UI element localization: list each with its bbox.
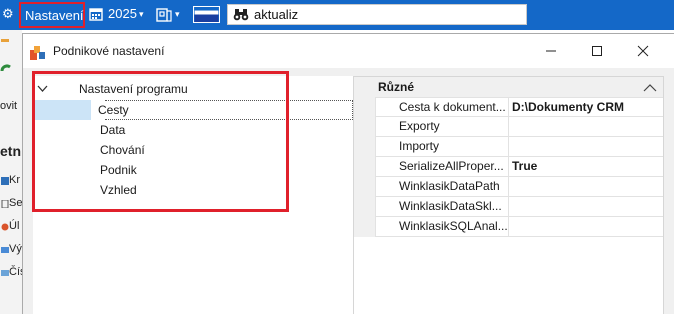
annotation-highlight-box xyxy=(32,71,289,212)
collapse-caret-icon[interactable] xyxy=(643,83,657,92)
property-row[interactable]: WinklasikDataSkl... xyxy=(375,197,663,217)
number-icon xyxy=(1,270,9,276)
property-name: WinklasikSQLAnal... xyxy=(375,217,509,236)
background-app-strip: ovit etn Kr Se Úl Vý Čís xyxy=(0,30,26,314)
property-row[interactable]: WinklasikSQLAnal... xyxy=(375,217,663,237)
property-category[interactable]: Různé xyxy=(354,77,663,97)
app-logo-icon xyxy=(30,46,45,60)
background-item[interactable]: Se xyxy=(9,197,22,209)
settings-button-label: Nastavení xyxy=(25,8,84,23)
property-row[interactable]: Cesta k dokument... D:\Dokumenty CRM xyxy=(375,97,663,117)
property-value[interactable] xyxy=(512,177,662,196)
background-item[interactable]: Vý xyxy=(9,243,22,255)
property-name: SerializeAllProper... xyxy=(375,157,509,176)
property-grid[interactable]: Různé Cesta k dokument... D:\Dokumenty C… xyxy=(353,76,664,314)
czech-flag-icon[interactable] xyxy=(193,6,220,23)
close-icon xyxy=(637,45,649,57)
document-icon xyxy=(1,200,9,208)
orange-bar-icon xyxy=(1,39,9,42)
minimize-icon xyxy=(546,50,556,52)
search-input[interactable] xyxy=(254,6,524,23)
year-selector[interactable]: 2025 xyxy=(108,6,137,22)
background-item[interactable]: Úl xyxy=(9,220,19,232)
background-item[interactable]: Kr xyxy=(9,174,20,186)
property-grid-margin xyxy=(354,97,375,237)
close-button[interactable] xyxy=(620,34,666,68)
maximize-icon xyxy=(592,46,602,56)
property-name: Exporty xyxy=(375,117,509,136)
property-value[interactable]: D:\Dokumenty CRM xyxy=(512,98,662,117)
property-name: WinklasikDataPath xyxy=(375,177,509,196)
property-row[interactable]: Importy xyxy=(375,137,663,157)
property-value[interactable] xyxy=(512,117,662,136)
refresh-icon[interactable] xyxy=(0,64,12,78)
calendar-icon[interactable] xyxy=(89,7,103,21)
chevron-down-icon[interactable]: ▾ xyxy=(139,10,144,20)
property-name: Cesta k dokument... xyxy=(375,98,509,117)
property-name: WinklasikDataSkl... xyxy=(375,197,509,216)
output-icon xyxy=(1,247,9,253)
minimize-button[interactable] xyxy=(528,34,574,68)
property-name: Importy xyxy=(375,137,509,156)
grid-line xyxy=(375,97,376,237)
dialog-title: Podnikové nastavení xyxy=(53,44,165,58)
property-row[interactable]: SerializeAllProper... True xyxy=(375,157,663,177)
task-icon xyxy=(1,223,9,231)
gear-icon[interactable]: ⚙ xyxy=(2,8,16,22)
settings-button[interactable]: Nastavení xyxy=(19,2,85,28)
binoculars-icon xyxy=(233,9,249,21)
property-value[interactable] xyxy=(512,217,662,236)
dialog-title-bar[interactable]: Podnikové nastavení xyxy=(23,34,674,68)
background-heading: etn xyxy=(0,143,21,159)
company-book-icon[interactable] xyxy=(156,7,172,22)
property-category-label: Různé xyxy=(378,80,414,94)
background-item: ovit xyxy=(0,100,18,112)
property-value[interactable] xyxy=(512,137,662,156)
maximize-button[interactable] xyxy=(574,34,620,68)
property-value[interactable]: True xyxy=(512,157,662,176)
property-row[interactable]: Exporty xyxy=(375,117,663,137)
property-value[interactable] xyxy=(512,197,662,216)
search-box[interactable] xyxy=(227,4,527,25)
chevron-down-icon[interactable]: ▾ xyxy=(175,10,180,20)
app-toolbar: ⚙ Nastavení 2025 ▾ ▾ xyxy=(0,0,674,30)
property-row[interactable]: WinklasikDataPath xyxy=(375,177,663,197)
folder-icon xyxy=(1,177,9,185)
